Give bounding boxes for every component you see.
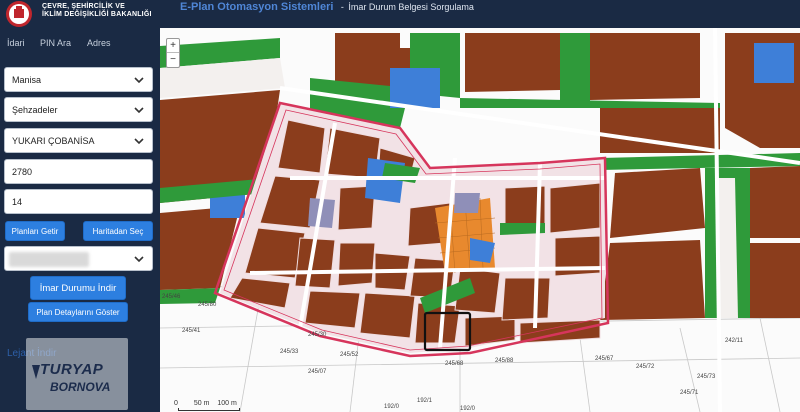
mahalle-select[interactable]: YUKARI ÇOBANİSA	[4, 128, 153, 153]
parcel-label: 245/67	[595, 356, 614, 362]
query-panel: İdari PIN Ara Adres Manisa Şehzadeler YU…	[0, 28, 160, 412]
app-title: E-Plan Otomasyon Sistemleri	[180, 1, 334, 13]
watermark-line2: BORNOVA	[50, 380, 111, 394]
zoom-control: + −	[166, 38, 180, 68]
zoning-map[interactable]: 245/46 245/80 245/41 245/30 245/33 245/8…	[160, 28, 800, 412]
chevron-down-icon	[134, 256, 144, 263]
zoom-in-button[interactable]: +	[167, 39, 179, 53]
parcel-label: 245/46	[162, 294, 181, 300]
parsel-input[interactable]: 14	[4, 189, 153, 214]
scale-bar: 0 50 m 100 m	[174, 400, 237, 407]
ilce-value: Şehzadeler	[12, 105, 58, 115]
parcel-label: 245/07	[308, 369, 327, 375]
parcel-label: 245/68	[445, 361, 464, 367]
ada-value: 2780	[12, 167, 33, 177]
chevron-down-icon	[134, 107, 144, 114]
parcel-label: 192/0	[460, 406, 476, 412]
parcel-label: 245/33	[280, 349, 299, 355]
parcel-label: 242/11	[725, 338, 744, 344]
parcel-label: 245/72	[636, 364, 655, 370]
ministry-name-line2: İKLİM DEĞİŞİKLİĞİ BAKANLIĞI	[42, 11, 152, 18]
parsel-value: 14	[12, 197, 23, 207]
parcel-label: 245/88	[495, 358, 514, 364]
il-select[interactable]: Manisa	[4, 67, 153, 92]
ilce-select[interactable]: Şehzadeler	[4, 97, 153, 122]
ada-input[interactable]: 2780	[4, 159, 153, 184]
parcel-label: 245/41	[182, 328, 201, 334]
map-canvas[interactable]: 245/46 245/80 245/41 245/30 245/33 245/8…	[160, 28, 800, 412]
planlari-getir-button[interactable]: Planları Getir	[5, 221, 65, 241]
ministry-emblem-icon	[6, 1, 32, 27]
parcel-label: 192/0	[384, 404, 400, 410]
il-value: Manisa	[12, 75, 42, 85]
parcel-label: 245/71	[680, 390, 699, 396]
haritadan-sec-button[interactable]: Haritadan Seç	[83, 221, 153, 241]
parcel-label: 245/52	[340, 352, 359, 358]
plan-detaylari-button[interactable]: Plan Detaylarını Göster	[28, 302, 128, 322]
parcel-label: 245/30	[308, 332, 327, 338]
scale-label-0: 0	[174, 400, 178, 407]
tab-adres[interactable]: Adres	[87, 38, 111, 48]
watermark-logo: TURYAP BORNOVA	[26, 338, 128, 410]
tab-idari[interactable]: İdari	[7, 38, 25, 48]
plan-value-redacted	[9, 252, 89, 267]
imar-durumu-indir-button[interactable]: İmar Durumu İndir	[30, 276, 126, 300]
parcel-label: 245/73	[697, 374, 716, 380]
chevron-down-icon	[134, 138, 144, 145]
app-subtitle: İmar Durum Belgesi Sorgulama	[348, 2, 474, 12]
parcel-label: 192/1	[417, 398, 433, 404]
chevron-down-icon	[134, 77, 144, 84]
title-separator: -	[340, 2, 344, 12]
ministry-name-line1: ÇEVRE, ŞEHİRCİLİK VE	[42, 3, 125, 10]
scale-label-50: 50 m	[193, 400, 210, 407]
app-title-area: E-Plan Otomasyon Sistemleri - İmar Durum…	[180, 0, 474, 13]
watermark-line1: TURYAP	[40, 361, 104, 378]
zoom-out-button[interactable]: −	[167, 53, 179, 67]
tab-pin-ara[interactable]: PIN Ara	[40, 38, 71, 48]
plan-select[interactable]	[4, 246, 153, 271]
scale-label-100: 100 m	[217, 400, 237, 407]
parcel-label: 245/80	[198, 302, 217, 308]
mahalle-value: YUKARI ÇOBANİSA	[12, 136, 95, 146]
scale-line	[178, 408, 240, 411]
header-bar: ÇEVRE, ŞEHİRCİLİK VE İKLİM DEĞİŞİKLİĞİ B…	[0, 0, 800, 28]
